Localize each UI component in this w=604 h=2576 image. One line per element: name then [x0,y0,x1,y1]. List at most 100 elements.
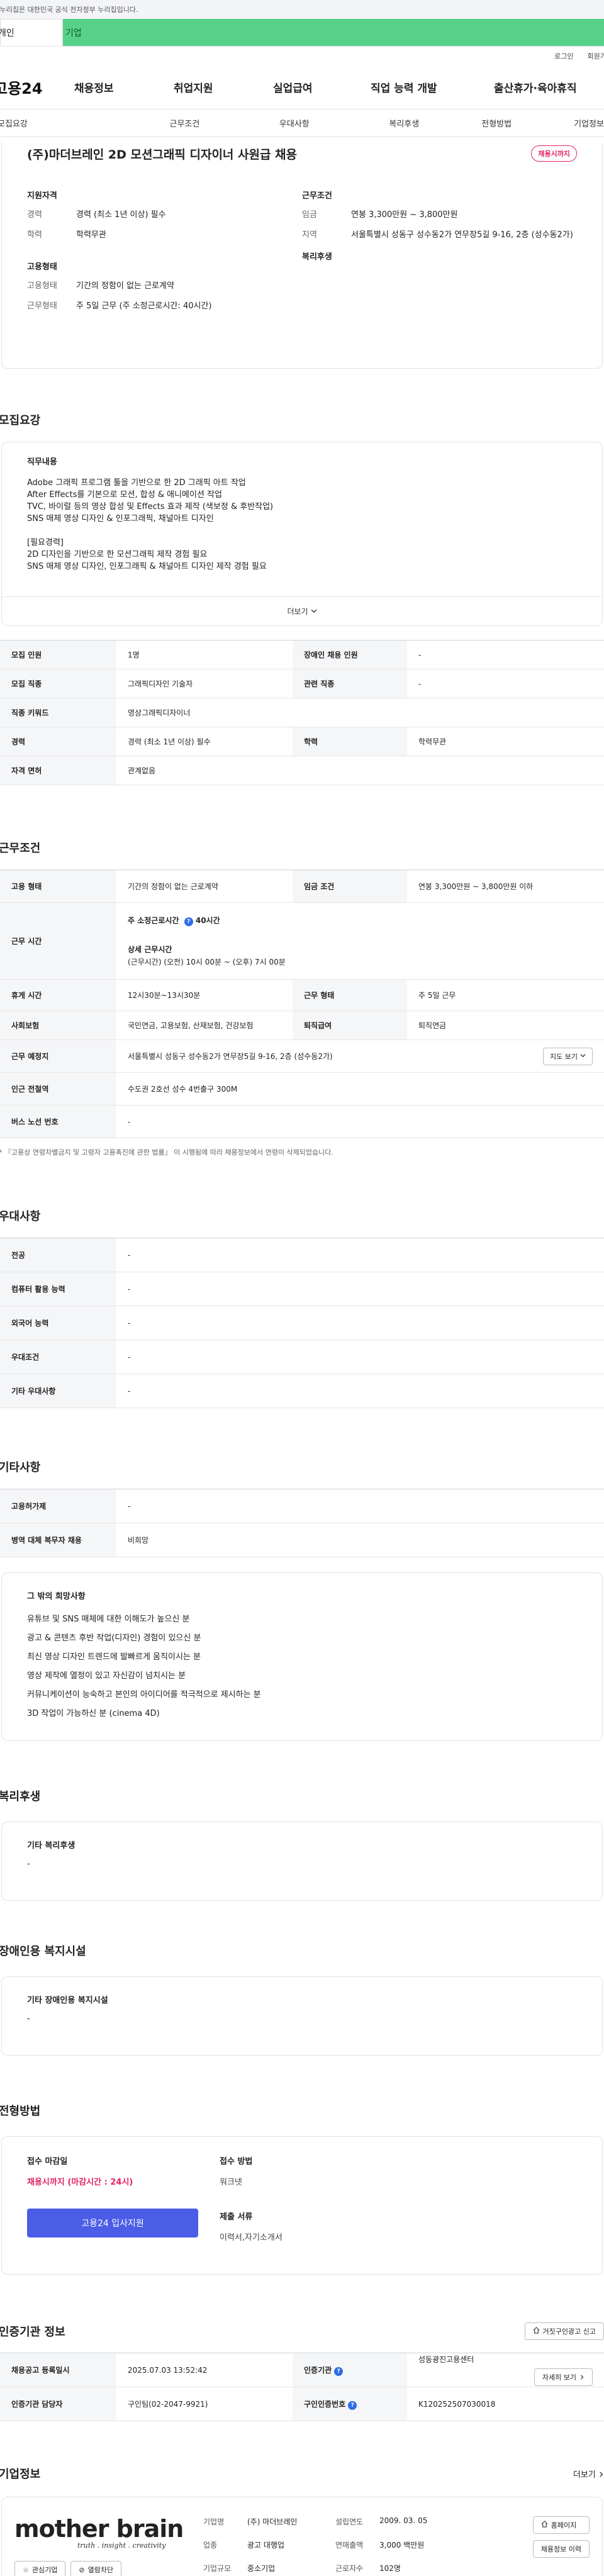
process-title: 전형방법 [0,2105,41,2118]
employees-label: 근로자수 [335,2564,364,2573]
table-row: 인근 전철역 수도권 2호선 성수 4번출구 300M [0,1072,604,1106]
cell-value: - [116,1272,604,1306]
preferences-title: 우대사항 [0,1210,41,1223]
org-detail-button[interactable]: 자세히 보기 [534,2368,593,2386]
job-description-card: 직무내용 Adobe 그래픽 프로그램 툴을 기반으로 한 2D 그래픽 아트 … [1,442,603,626]
welfare-section: 복리후생 기타 복리후생 - [0,1788,604,1901]
gnb-item-employment-support[interactable]: 취업지원 [174,79,273,95]
cell-value: 관계없음 [116,756,604,785]
cell-header: 버스 노선 번호 [0,1105,116,1138]
work-conditions-title: 근무조건 [0,842,41,855]
cell-value: 1명 [116,640,293,669]
table-row: 전공 - [0,1238,604,1272]
cell-header: 고용 형태 [0,870,116,903]
cell-value: 구인팀(02-2047-9921) [116,2387,293,2421]
block-company-button[interactable]: ⊘ 열람차단 [70,2561,122,2576]
company-link-buttons: 홈페이지 채용정보 이력 [532,2516,590,2558]
cell-header: 외국어 능력 [0,1306,116,1340]
region-label: 지역 [302,230,317,240]
subnav-process[interactable]: 전형방법 [419,117,512,129]
star-icon: ☆ [23,2565,29,2574]
gnb-item-unemployment-benefit[interactable]: 실업급여 [273,79,371,95]
work-type-value: 주 5일 근무 (주 소정근로시간: 40시간) [76,301,212,311]
gnb-item-parental-leave[interactable]: 출산휴가·육아휴직 [494,79,601,95]
company-title: 기업정보 [0,2468,41,2481]
site-type-tabs: 개인 기업 [0,19,604,47]
signup-link[interactable]: 회원가입 [588,51,604,61]
job-history-button[interactable]: 채용정보 이력 [532,2540,590,2558]
site-logo[interactable]: 고용24 [0,76,74,98]
question-icon[interactable]: ? [184,917,193,926]
question-icon[interactable]: ? [334,2366,344,2376]
global-nav: 고용24 채용정보 취업지원 실업급여 직업 능력 개발 출산휴가·육아휴직 [0,65,604,109]
subnav-recruit[interactable]: 모집요강 [0,117,32,129]
cell-value: 연봉 3,300만원 ~ 3,800만원 이하 [407,870,604,903]
desc-line [27,525,577,537]
cell-value: - [116,1340,604,1374]
cell-header: 사회보험 [0,1011,116,1040]
wage-label: 임금 [302,210,317,220]
tab-personal[interactable]: 개인 [0,19,63,46]
map-view-button[interactable]: 지도 보기 [543,1047,593,1065]
company-more-link[interactable]: 더보기 [573,2468,604,2480]
deadline-value: 채용시까지 (마감시간 : 24시) [27,2178,133,2187]
wish-line: 영상 제작에 열정이 있고 자신감이 넘치시는 분 [27,1671,186,1681]
cell-value: - [116,1489,604,1523]
cell-header: 임금 조건 [293,870,407,903]
report-false-ad-button[interactable]: 거짓구인광고 신고 [524,2322,604,2340]
section-subnav: 모집요강 근무조건 우대사항 복리후생 전형방법 기업정보 [0,109,604,137]
subnav-company[interactable]: 기업정보 [512,117,604,129]
job-summary: 지원자격 경력 경력 (최소 1년 이상) 필수 학력 학력무관 고용형태 고용형태… [2,165,602,321]
more-button[interactable]: 더보기 [2,596,602,625]
favorite-company-button[interactable]: ☆ 관심기업 [14,2561,66,2576]
homepage-button[interactable]: 홈페이지 [532,2516,590,2534]
gnb-item-jobs[interactable]: 채용정보 [74,79,174,95]
age-notice: * 『고용상 연령차별금지 및 고령자 고용촉진에 관한 법률』 이 시행됨에 … [0,1148,333,1156]
cert-org-cell: 성동광진고용센터 자세히 보기 [407,2353,604,2387]
region-value: 서울특별시 성동구 성수동2가 연무장5길 9-16, 2층 (성수동2가) [351,230,573,240]
cell-value: 경력 (최소 1년 이상) 필수 [116,727,293,756]
cell-value: 2025.07.03 13:52:42 [116,2353,293,2387]
recruit-table: 모집 인원 1명 장애인 채용 인원 - 모집 직종 그래픽디자인 기술자 관련… [0,640,604,785]
welfare-summary-title: 복리후생 [302,252,332,262]
gnb-item-vocational-training[interactable]: 직업 능력 개발 [371,79,494,95]
deadline-chip: 채용시까지 [531,145,577,162]
process-card: 접수 마감일 채용시까지 (마감시간 : 24시) 고용24 입사지원 접수 방… [1,2136,603,2275]
wish-card: 그 밖의 희망사항 유튜브 및 SNS 매체에 대한 이해도가 높으신 분 광고… [1,1572,603,1741]
cell-value: - [407,640,604,669]
apply-left: 접수 마감일 채용시까지 (마감시간 : 24시) 고용24 입사지원 [27,2154,203,2256]
cell-header: 학력 [293,727,407,756]
subnav-conditions[interactable]: 근무조건 [32,117,199,129]
cell-header: 고용허가제 [0,1489,116,1523]
chevron-down-icon [311,607,317,616]
subnav-preferences[interactable]: 우대사항 [199,117,310,129]
login-link[interactable]: 로그인 [554,51,573,61]
weekly-hours: 주 소정근로시간 ? 40시간 [128,916,220,926]
cell-header: 관련 직종 [293,669,407,698]
cell-header: 휴게 시간 [0,979,116,1011]
apply-right: 접수 방법 워크넷 제출 서류 이력서,자기소개서 [220,2154,282,2256]
industry-value: 광고 대행업 [247,2541,285,2550]
docs-value: 이력서,자기소개서 [220,2233,282,2243]
apply-button[interactable]: 고용24 입사지원 [27,2209,198,2237]
tab-company[interactable]: 기업 [63,19,604,46]
cell-header: 자격 면허 [0,756,116,785]
cell-header: 컴퓨터 활용 능력 [0,1272,116,1306]
table-row: 컴퓨터 활용 능력 - [0,1272,604,1306]
preferences-table: 전공 - 컴퓨터 활용 능력 - 외국어 능력 - 우대조건 - 기타 우대사항 - [0,1238,604,1408]
chevron-right-icon [579,2373,584,2382]
wish-line: 유튜브 및 SNS 매체에 대한 이해도가 높으신 분 [27,1615,190,1624]
welfare-value: - [27,1859,30,1869]
cell-value: 국민연금, 고용보험, 산재보험, 건강보험 [116,1011,293,1040]
founded-label: 설립연도 [335,2517,364,2526]
question-icon[interactable]: ? [348,2400,357,2410]
subnav-welfare[interactable]: 복리후생 [310,117,419,129]
cell-header: 장애인 채용 인원 [293,640,407,669]
employment-type-label: 고용형태 [27,281,57,291]
table-row: 자격 면허 관계없음 [0,756,604,785]
condition-column: 근무조건 임금 연봉 3,300만원 ~ 3,800만원 지역 서울특별시 성동구 … [302,189,577,321]
home-icon [541,2521,548,2529]
cell-header: 근무 시간 [0,902,116,980]
job-description-label: 직무내용 [27,457,57,467]
cell-value: 주 5일 근무 [407,979,604,1011]
